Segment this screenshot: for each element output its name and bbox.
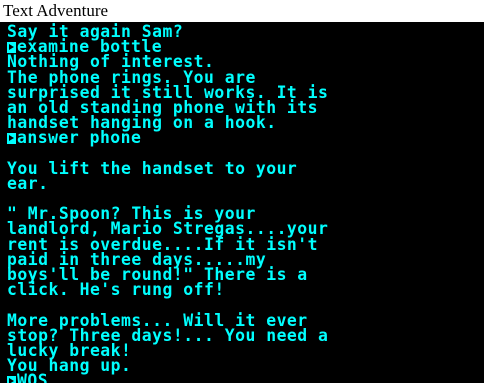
game-window: Text Adventure Say it again Sam? examine … [0, 0, 493, 383]
output-line: ear. [7, 173, 49, 193]
prompt-arrow-icon [7, 376, 16, 383]
game-screen[interactable]: Say it again Sam? examine bottle Nothing o… [0, 22, 484, 383]
window-title: Text Adventure [3, 1, 109, 20]
prompt-arrow-icon [7, 133, 16, 145]
command-text: answer phone [17, 128, 142, 148]
transcript: Say it again Sam? examine bottle Nothing o… [7, 23, 483, 383]
title-bar: Text Adventure [0, 0, 493, 22]
output-line: You hang up. [7, 356, 132, 376]
command-text: WOS [17, 371, 49, 383]
output-line: click. He's rung off! [7, 280, 225, 300]
prompt-arrow-icon [7, 42, 16, 54]
command-line: answer phone [7, 128, 483, 148]
output-line: You lift the handset to your [7, 158, 298, 178]
